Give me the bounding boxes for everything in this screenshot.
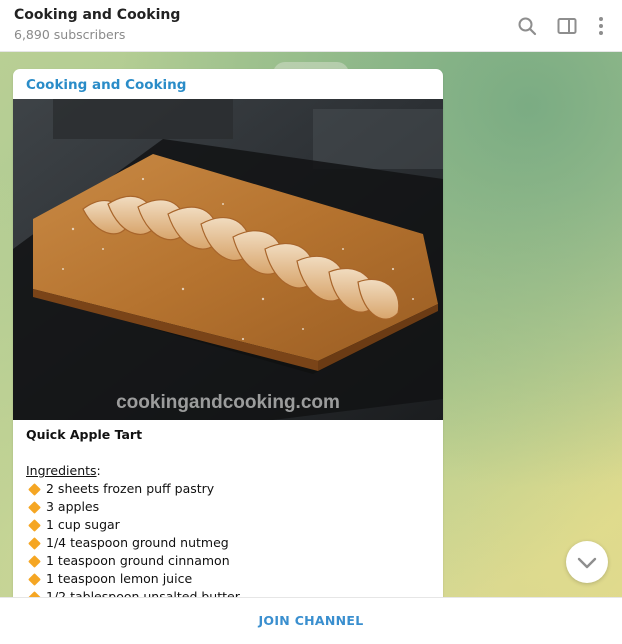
orange-diamond-icon [28, 572, 41, 586]
list-item: 1 teaspoon ground cinnamon [26, 552, 431, 570]
subscriber-count: 6,890 subscribers [14, 27, 126, 42]
orange-diamond-icon [28, 554, 41, 568]
orange-diamond-icon [28, 518, 41, 532]
orange-diamond-icon [28, 500, 41, 514]
join-channel-button[interactable]: JOIN CHANNEL [0, 598, 622, 637]
orange-diamond-icon [28, 482, 41, 496]
list-item: 2 sheets frozen puff pastry [26, 480, 431, 498]
chat-area[interactable]: Cooking and Cooking cookingandcooking.co… [0, 52, 622, 597]
list-item: 1/2 tablespoon unsalted butter [26, 588, 431, 597]
chevron-down-icon [577, 557, 597, 569]
scroll-to-bottom-button[interactable] [566, 541, 608, 583]
orange-diamond-icon [28, 536, 41, 550]
ingredients-heading: Ingredients [26, 463, 97, 478]
search-icon[interactable] [515, 14, 539, 38]
more-vertical-icon[interactable] [589, 14, 613, 38]
list-item: 1 cup sugar [26, 516, 431, 534]
message-text: Quick Apple Tart Ingredients: 2 sheets f… [26, 426, 431, 597]
message-bubble[interactable]: Cooking and Cooking cookingandcooking.co… [13, 69, 443, 597]
list-item: 3 apples [26, 498, 431, 516]
list-item: 1/4 teaspoon ground nutmeg [26, 534, 431, 552]
image-watermark: cookingandcooking.com [116, 392, 340, 413]
chat-header: Cooking and Cooking 6,890 subscribers [0, 0, 622, 52]
message-sender[interactable]: Cooking and Cooking [26, 77, 186, 93]
list-item: 1 teaspoon lemon juice [26, 570, 431, 588]
sidebar-toggle-icon[interactable] [555, 14, 579, 38]
channel-title[interactable]: Cooking and Cooking [14, 7, 180, 23]
footer-bar: JOIN CHANNEL [0, 597, 622, 636]
post-photo[interactable]: cookingandcooking.com [13, 99, 443, 420]
post-title: Quick Apple Tart [26, 427, 143, 442]
